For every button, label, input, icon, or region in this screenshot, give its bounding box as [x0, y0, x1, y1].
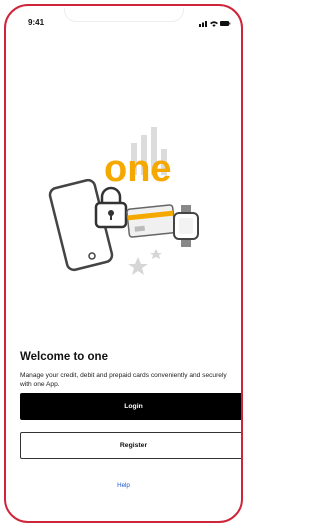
star-decoration — [128, 249, 162, 275]
signal-icon — [199, 21, 207, 27]
device-notch — [64, 8, 184, 22]
login-button[interactable]: Login — [20, 393, 241, 420]
padlock-icon — [94, 186, 128, 229]
cards-illustration: one — [48, 127, 199, 275]
status-time: 9:41 — [28, 18, 45, 27]
credit-card-icon — [126, 204, 176, 238]
one-logo: one — [104, 148, 172, 190]
phone-frame: 9:41 one Welcome to one Manage your cred… — [4, 4, 243, 523]
status-bar: 9:41 — [6, 6, 241, 36]
help-link[interactable]: Help — [6, 482, 241, 489]
battery-icon — [220, 21, 231, 26]
wifi-icon — [210, 21, 218, 27]
status-icons — [199, 21, 231, 27]
welcome-description: Manage your credit, debit and prepaid ca… — [20, 372, 227, 388]
register-button[interactable]: Register — [20, 432, 241, 459]
smartwatch-icon — [173, 205, 199, 247]
welcome-title: Welcome to one — [20, 351, 108, 363]
